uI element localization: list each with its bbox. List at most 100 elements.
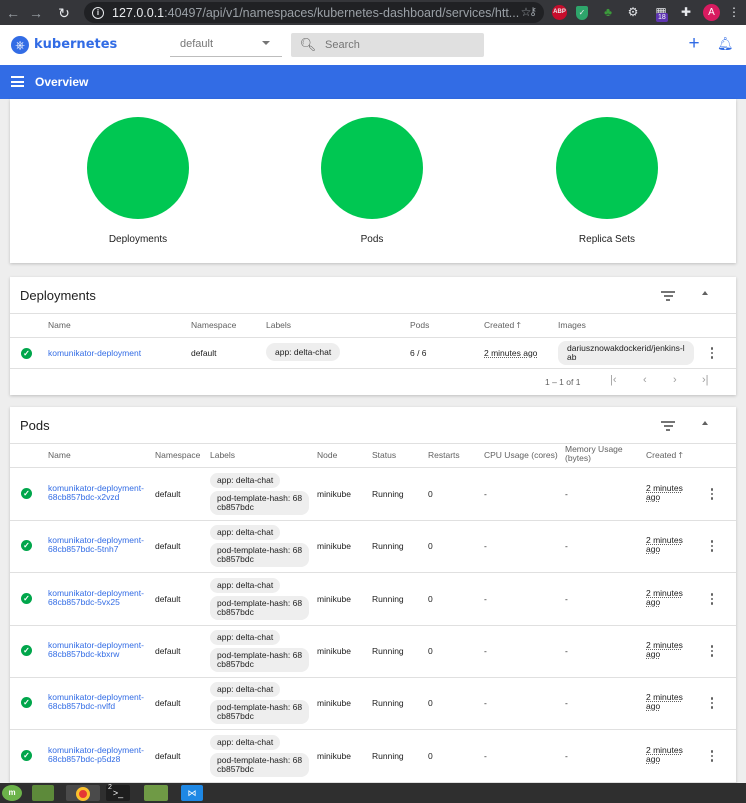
label-chip: pod-template-hash: 68 cb857bdc: [210, 543, 310, 567]
terminal-icon[interactable]: 2 >_: [106, 784, 130, 801]
column-header-name[interactable]: Name: [48, 450, 71, 460]
vscode-icon[interactable]: ⋈: [181, 785, 203, 801]
puzzle-icon[interactable]: ✚: [679, 4, 693, 21]
brand-name[interactable]: kubernetes: [34, 37, 117, 52]
next-page-button[interactable]: ›: [673, 374, 677, 386]
extension-badge-icon[interactable]: ▦ 18: [652, 4, 670, 22]
chevron-up-icon[interactable]: [702, 421, 708, 425]
more-options-icon[interactable]: [710, 488, 714, 502]
reload-icon[interactable]: ↻: [54, 5, 74, 22]
column-header-restarts[interactable]: Restarts: [428, 450, 460, 460]
bell-icon[interactable]: 🔔︎: [717, 36, 734, 52]
pod-status: Running: [372, 489, 404, 499]
chevron-down-icon: [262, 41, 270, 45]
shield-icon[interactable]: ✓: [576, 6, 588, 20]
forward-arrow-icon[interactable]: →: [26, 5, 46, 21]
search-input[interactable]: 🔍︎ Search: [291, 33, 484, 57]
status-pie-chart: [87, 117, 189, 219]
filter-icon[interactable]: [661, 291, 675, 301]
kubernetes-logo-icon[interactable]: ⎈: [11, 36, 29, 54]
create-button[interactable]: +: [685, 34, 703, 54]
pod-name-link[interactable]: komunikator-deployment- 68cb857bdc-nvlfd: [48, 693, 144, 711]
more-options-icon[interactable]: [710, 697, 714, 711]
column-header-name[interactable]: Name: [48, 320, 71, 330]
url-rest: :40497/api/v1/namespaces/kubernetes-dash…: [164, 5, 520, 20]
deployment-name-link[interactable]: komunikator-deployment: [48, 348, 141, 358]
more-options-icon[interactable]: [710, 347, 714, 361]
pod-memory: -: [565, 594, 568, 604]
pod-namespace: default: [155, 646, 181, 656]
check-circle-icon: ✓: [21, 593, 32, 604]
divider: [10, 368, 736, 369]
pod-name-link[interactable]: komunikator-deployment- 68cb857bdc-kbxrw: [48, 641, 144, 659]
files-icon[interactable]: [144, 785, 168, 801]
check-circle-icon: ✓: [21, 697, 32, 708]
desktop-icon[interactable]: [32, 785, 54, 801]
pod-name-link[interactable]: komunikator-deployment- 68cb857bdc-x2vzd: [48, 484, 144, 502]
divider: [10, 313, 736, 314]
chevron-up-icon[interactable]: [702, 291, 708, 295]
filter-icon[interactable]: [661, 421, 675, 431]
previous-page-button[interactable]: ‹: [643, 374, 647, 386]
pod-name-line2: 68cb857bdc-kbxrw: [48, 649, 120, 659]
pod-namespace: default: [155, 594, 181, 604]
chrome-icon[interactable]: [66, 785, 100, 801]
column-header-status[interactable]: Status: [372, 450, 396, 460]
label-chip: app: delta-chat: [210, 630, 281, 645]
more-options-icon[interactable]: [710, 645, 714, 659]
more-options-icon[interactable]: [710, 540, 714, 554]
status-label: Pods: [360, 234, 384, 245]
label-chip: app: delta-chat: [210, 682, 281, 697]
url-host: 127.0.0.1: [112, 5, 165, 20]
pod-node: minikube: [317, 751, 352, 761]
pod-restarts: 0: [428, 698, 433, 708]
hamburger-menu-icon[interactable]: [11, 76, 24, 87]
column-header-node[interactable]: Node: [317, 450, 337, 460]
pod-name-link[interactable]: komunikator-deployment- 68cb857bdc-5tnh7: [48, 536, 144, 554]
first-page-button[interactable]: |‹: [610, 374, 617, 386]
column-header-cpu[interactable]: CPU Usage (cores): [484, 450, 558, 460]
label-chip: pod-template-hash: 68 cb857bdc: [210, 700, 310, 724]
column-header-labels: Labels: [266, 320, 292, 330]
namespace-select[interactable]: default: [170, 33, 282, 57]
mint-menu-icon[interactable]: m: [2, 785, 22, 801]
address-bar[interactable]: i 127.0.0.1 :40497/api/v1/namespaces/kub…: [84, 2, 544, 23]
pod-name-link[interactable]: komunikator-deployment- 68cb857bdc-5vx25: [48, 589, 144, 607]
pod-status: Running: [372, 541, 404, 551]
search-icon: 🔍︎: [299, 37, 317, 52]
back-arrow-icon[interactable]: ←: [3, 5, 23, 21]
label-chip: pod-template-hash: 68 cb857bdc: [210, 753, 310, 777]
column-header-namespace[interactable]: Namespace: [155, 450, 200, 460]
pod-namespace: default: [155, 698, 181, 708]
more-options-icon[interactable]: [710, 593, 714, 607]
label-chip: app: delta-chat: [210, 525, 281, 540]
adblock-icon[interactable]: ABP: [552, 5, 567, 20]
pod-memory: -: [565, 646, 568, 656]
column-header-memory[interactable]: Memory Usage (bytes): [565, 445, 623, 463]
pod-node: minikube: [317, 594, 352, 604]
info-icon[interactable]: i: [92, 6, 104, 19]
pod-restarts: 0: [428, 541, 433, 551]
tree-icon[interactable]: ♣: [601, 4, 615, 21]
search-placeholder: Search: [325, 39, 360, 51]
gear-icon[interactable]: ⚙: [626, 4, 640, 21]
star-icon[interactable]: ☆: [519, 4, 533, 21]
menu-icon[interactable]: ⋮: [728, 4, 740, 21]
column-header-created[interactable]: Created 🡑: [484, 320, 521, 334]
profile-avatar[interactable]: A: [703, 4, 720, 21]
more-options-icon[interactable]: [710, 750, 714, 764]
pod-created: 2 minutes ago: [646, 746, 683, 764]
pod-name-link[interactable]: komunikator-deployment- 68cb857bdc-p5dz8: [48, 746, 144, 764]
label-chip: pod-template-hash: 68 cb857bdc: [210, 491, 310, 515]
column-header-created[interactable]: Created 🡑: [646, 450, 683, 464]
status-label: Replica Sets: [578, 234, 636, 245]
last-page-button[interactable]: ›|: [702, 374, 709, 386]
browser-toolbar: ← → ↻ i 127.0.0.1 :40497/api/v1/namespac…: [0, 0, 746, 25]
terminal-badge: 2: [108, 784, 112, 791]
pod-name-line2: 68cb857bdc-x2vzd: [48, 492, 120, 502]
pod-cpu: -: [484, 698, 487, 708]
label-chip-line2: cb857bdc: [217, 554, 254, 564]
pod-restarts: 0: [428, 751, 433, 761]
pod-status: Running: [372, 698, 404, 708]
column-header-namespace[interactable]: Namespace: [191, 320, 236, 330]
